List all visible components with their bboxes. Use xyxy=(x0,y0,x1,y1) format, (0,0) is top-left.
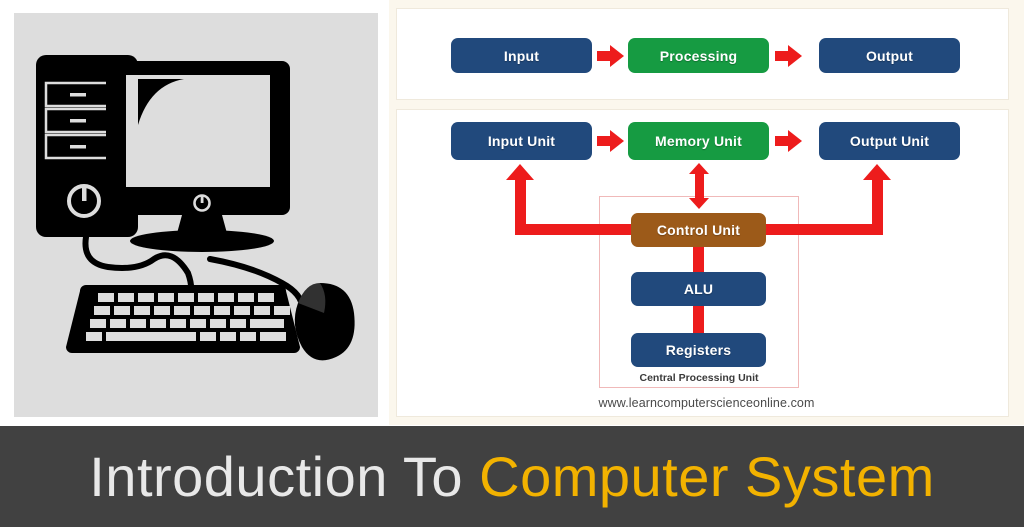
illustration-panel xyxy=(14,13,378,417)
control-bus-right-segment xyxy=(759,224,883,235)
keyboard-group xyxy=(66,285,300,353)
poster-canvas: Input Processing Output Input Unit Memor… xyxy=(0,0,1024,527)
arrow-memory-unit-to-control-unit xyxy=(689,163,709,209)
arrow-head-down xyxy=(689,198,709,209)
arrow-head xyxy=(610,45,624,67)
arrow-head-to-input-unit xyxy=(506,164,534,180)
cpu-group-label: Central Processing Unit xyxy=(639,372,759,384)
page-title: Introduction To Computer System xyxy=(89,448,935,505)
title-bar: Introduction To Computer System xyxy=(0,426,1024,527)
link-alu-to-registers xyxy=(693,304,704,335)
arrow-head xyxy=(788,45,802,67)
arrow-input-unit-to-memory-unit xyxy=(597,130,625,152)
node-registers: Registers xyxy=(631,333,766,367)
node-memory-unit: Memory Unit xyxy=(628,122,769,160)
node-input-unit: Input Unit xyxy=(451,122,592,160)
node-output-unit: Output Unit xyxy=(819,122,960,160)
desktop-computer-icon xyxy=(14,13,378,417)
page-title-leading: Introduction To xyxy=(89,444,464,508)
arrow-head-to-output-unit xyxy=(863,164,891,180)
control-bus-riser-to-output-unit xyxy=(872,178,883,230)
arrow-processing-to-output xyxy=(775,45,803,67)
node-input: Input xyxy=(451,38,592,73)
link-control-unit-to-alu xyxy=(693,245,704,274)
node-alu: ALU xyxy=(631,272,766,306)
arrow-memory-unit-to-output-unit xyxy=(775,130,803,152)
watermark-url: www.learncomputerscienceonline.com xyxy=(598,396,815,410)
control-bus-left-segment xyxy=(515,224,639,235)
node-output: Output xyxy=(819,38,960,73)
control-bus-riser-to-input-unit xyxy=(515,178,526,230)
arrow-shaft xyxy=(695,172,704,200)
node-processing: Processing xyxy=(628,38,769,73)
page-title-highlight: Computer System xyxy=(479,444,935,508)
mouse-group xyxy=(294,283,355,361)
block-diagram-area: Input Processing Output Input Unit Memor… xyxy=(389,0,1024,425)
node-control-unit: Control Unit xyxy=(631,213,766,247)
arrow-input-to-processing xyxy=(597,45,625,67)
arrow-head xyxy=(788,130,802,152)
arrow-head xyxy=(610,130,624,152)
